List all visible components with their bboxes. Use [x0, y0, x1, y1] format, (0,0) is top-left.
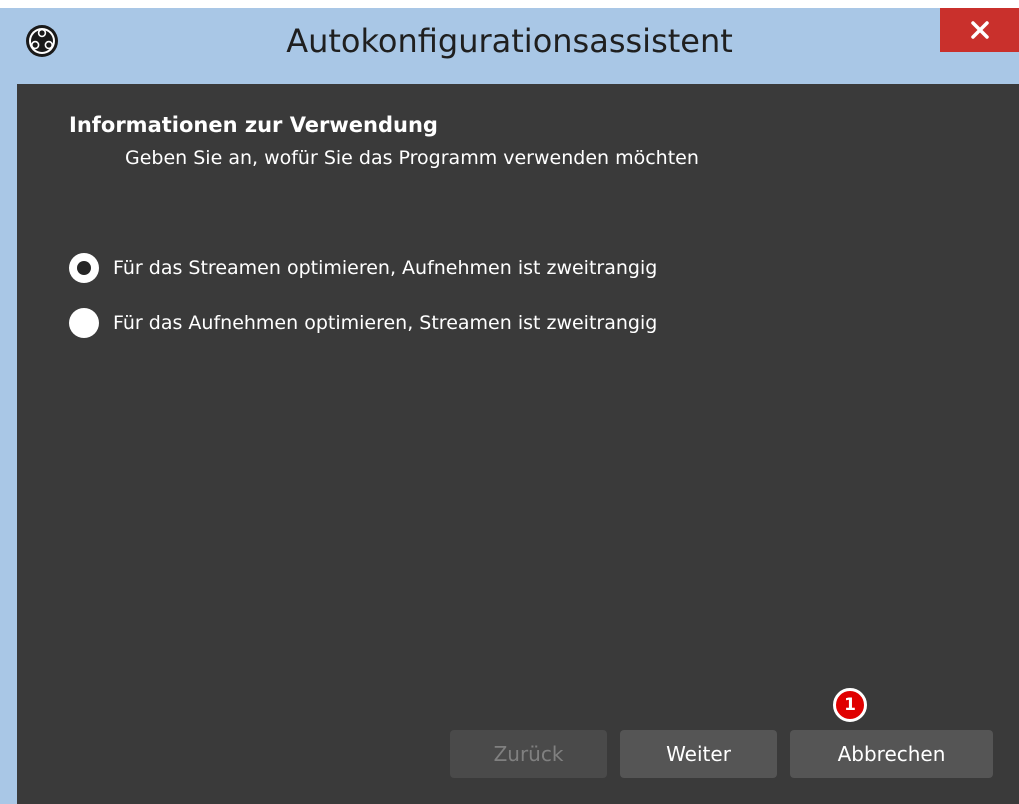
option-recording-label: Für das Aufnehmen optimieren, Streamen i…	[113, 312, 658, 334]
cancel-button[interactable]: Abbrechen	[790, 730, 993, 778]
close-icon	[970, 21, 989, 39]
window-title: Autokonfigurationsassistent	[286, 22, 733, 60]
wizard-window: Autokonfigurationsassistent Informatione…	[0, 8, 1019, 804]
next-button[interactable]: Weiter	[620, 730, 777, 778]
radio-streaming[interactable]	[69, 253, 99, 283]
option-recording-row[interactable]: Für das Aufnehmen optimieren, Streamen i…	[69, 308, 657, 338]
back-button[interactable]: Zurück	[450, 730, 607, 778]
annotation-badge: 1	[833, 688, 867, 722]
title-bar[interactable]: Autokonfigurationsassistent	[0, 8, 1019, 84]
page-subheading: Geben Sie an, wofür Sie das Programm ver…	[125, 147, 699, 169]
page-heading: Informationen zur Verwendung	[69, 113, 438, 137]
radio-recording[interactable]	[69, 308, 99, 338]
option-streaming-label: Für das Streamen optimieren, Aufnehmen i…	[113, 257, 658, 279]
option-streaming-row[interactable]: Für das Streamen optimieren, Aufnehmen i…	[69, 253, 657, 283]
close-button[interactable]	[940, 8, 1019, 52]
wizard-content: Informationen zur Verwendung Geben Sie a…	[17, 84, 1019, 804]
